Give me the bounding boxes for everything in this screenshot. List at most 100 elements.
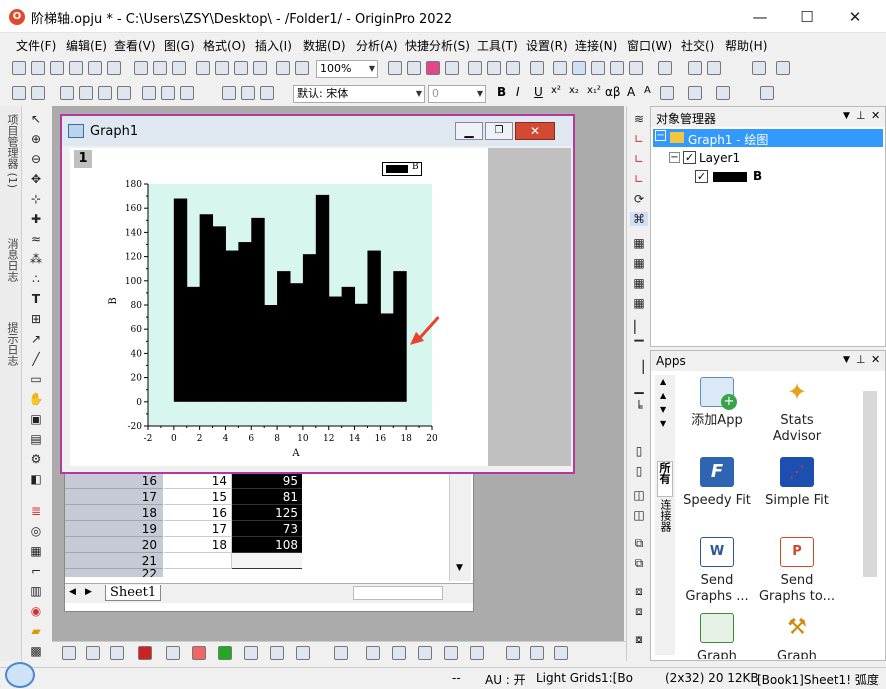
arrange-icon[interactable] [142,86,156,100]
menu-tools[interactable]: 工具(T) [477,37,518,54]
font-size-combo[interactable]: 0 ▼ [428,85,486,103]
align-right-icon[interactable]: ▕ [630,360,648,374]
minimize-button[interactable]: — [738,4,782,30]
template-icon[interactable] [172,61,186,75]
line-plot-icon[interactable] [62,646,76,660]
cell-b[interactable]: 108 [232,537,302,553]
close-panel-icon[interactable]: ✕ [871,353,880,366]
scroll-down-icon[interactable]: ▼ [456,563,463,573]
line-style-icon[interactable] [688,86,702,100]
rectangle-tool-icon[interactable]: ▭ [27,372,45,386]
new-matrix-icon[interactable] [88,61,102,75]
layer-icon[interactable]: ◎ [27,524,45,538]
menu-file[interactable]: 文件(F) [16,37,56,54]
pin-icon[interactable]: ⊥ [856,353,866,366]
recent-icon[interactable] [215,61,229,75]
rescale-tool-icon[interactable]: ≋ [630,112,648,126]
grid-tool-icon[interactable]: ▩ [27,644,45,658]
sort-icon[interactable] [707,61,721,75]
contour-icon[interactable] [392,646,406,660]
import-icon[interactable] [134,61,148,75]
app-send-graphs-word[interactable]: W Send Graphs ... [677,537,757,605]
maximize-button[interactable]: ☐ [785,4,829,30]
zoom-combo[interactable]: 100% ▼ [316,60,378,78]
graph-minimize-button[interactable]: ▁ [455,122,483,140]
scroll-up-icon[interactable]: ▲ [660,391,666,400]
script-window-icon[interactable] [426,61,440,75]
histogram-icon[interactable] [166,646,180,660]
close-button[interactable]: ✕ [833,4,877,30]
app-simple-fit[interactable]: ⋰ Simple Fit [757,457,837,509]
supersubscript-button[interactable]: x₁² [587,85,601,96]
graph-close-button[interactable]: ✕ [515,122,555,140]
bar[interactable] [212,226,226,402]
lock-icon[interactable]: ⌘ [630,212,648,226]
region-icon[interactable]: ⁂ [27,252,45,266]
multi-panel-icon[interactable] [530,646,544,660]
increase-font-button[interactable]: A [627,85,635,99]
distribute-2-icon[interactable]: ▯ [630,464,648,478]
sheet-tab[interactable]: Sheet1 [105,585,162,601]
new-workbook-icon[interactable] [50,61,64,75]
table-row[interactable]: 22 [65,569,305,577]
cell-b[interactable]: 81 [232,489,302,505]
menu-social[interactable]: 社交() [681,37,714,54]
layer-tool-icon[interactable] [60,86,74,100]
app-graph-2[interactable]: ⚒ Graph [757,613,837,659]
save-icon[interactable] [234,61,248,75]
bar[interactable] [354,303,368,402]
add-column-icon[interactable] [658,61,672,75]
bar[interactable] [328,296,343,402]
tab-project-manager[interactable]: 项目管理器 (1) [4,114,19,234]
area-plot-icon[interactable] [218,646,232,660]
order-1-icon[interactable]: ⧉ [630,536,648,550]
align-bottom-icon[interactable]: ▁ [630,380,648,394]
line-tool-icon[interactable]: ╱ [27,352,45,366]
text-tool-icon[interactable]: T [27,292,45,306]
duplicate-icon[interactable] [388,61,402,75]
tab-connectors[interactable]: 连接器 [657,499,673,547]
app-stats-advisor[interactable]: ✦ Stats Advisor [757,377,837,445]
dropdown-icon[interactable]: ▼ [843,355,850,365]
font-combo[interactable]: 默认: 宋体 ▼ [293,85,425,103]
menu-quick-analysis[interactable]: 快捷分析(S) [405,37,470,54]
column-chart-icon[interactable] [752,61,766,75]
merge-icon[interactable] [79,86,93,100]
bar[interactable] [251,217,265,402]
underline-button[interactable]: U [534,85,543,99]
gears-icon[interactable]: ⚙ [27,452,45,466]
apps-scrollbar[interactable] [863,391,877,577]
axis-y-icon[interactable]: ∟ [630,172,648,186]
axis-xy-icon[interactable]: ∟ [630,152,648,166]
bar[interactable] [290,283,304,402]
menu-settings[interactable]: 设置(R) [526,37,568,54]
add-graph-icon[interactable]: ⊞ [27,312,45,326]
menu-help[interactable]: 帮助(H) [725,37,767,54]
mask-tool-icon[interactable]: ▣ [27,412,45,426]
bar[interactable] [367,250,381,402]
scatter-tool-icon[interactable]: ∴ [27,272,45,286]
scroll-down-icon[interactable]: ▼ [660,405,666,414]
table-row[interactable]: 21 [65,553,305,569]
bar[interactable] [393,271,407,402]
pie-plot-icon[interactable] [296,646,310,660]
project-explorer-icon[interactable] [487,61,501,75]
cell-a[interactable]: 16 [164,505,232,521]
results-log-icon[interactable] [468,61,482,75]
ternary-icon[interactable] [470,646,484,660]
pointer-icon[interactable]: ↖ [27,112,45,126]
new-layer-icon[interactable] [117,86,131,100]
menu-format[interactable]: 格式(O) [203,37,246,54]
cell-a[interactable]: 14 [164,473,232,489]
line-symbol-icon[interactable] [110,646,124,660]
cell-b[interactable]: 125 [232,505,302,521]
code-builder-icon[interactable] [407,61,421,75]
new-graph-icon[interactable] [69,61,83,75]
font-color-icon[interactable] [716,86,730,100]
superscript-button[interactable]: x² [551,85,561,96]
table-row[interactable]: 20 18 108 [65,537,305,553]
draw-data-icon[interactable] [610,61,624,75]
layout-3-icon[interactable]: ▦ [630,276,648,290]
table-row[interactable]: 17 15 81 [65,489,305,505]
table-row[interactable]: 19 17 73 [65,521,305,537]
